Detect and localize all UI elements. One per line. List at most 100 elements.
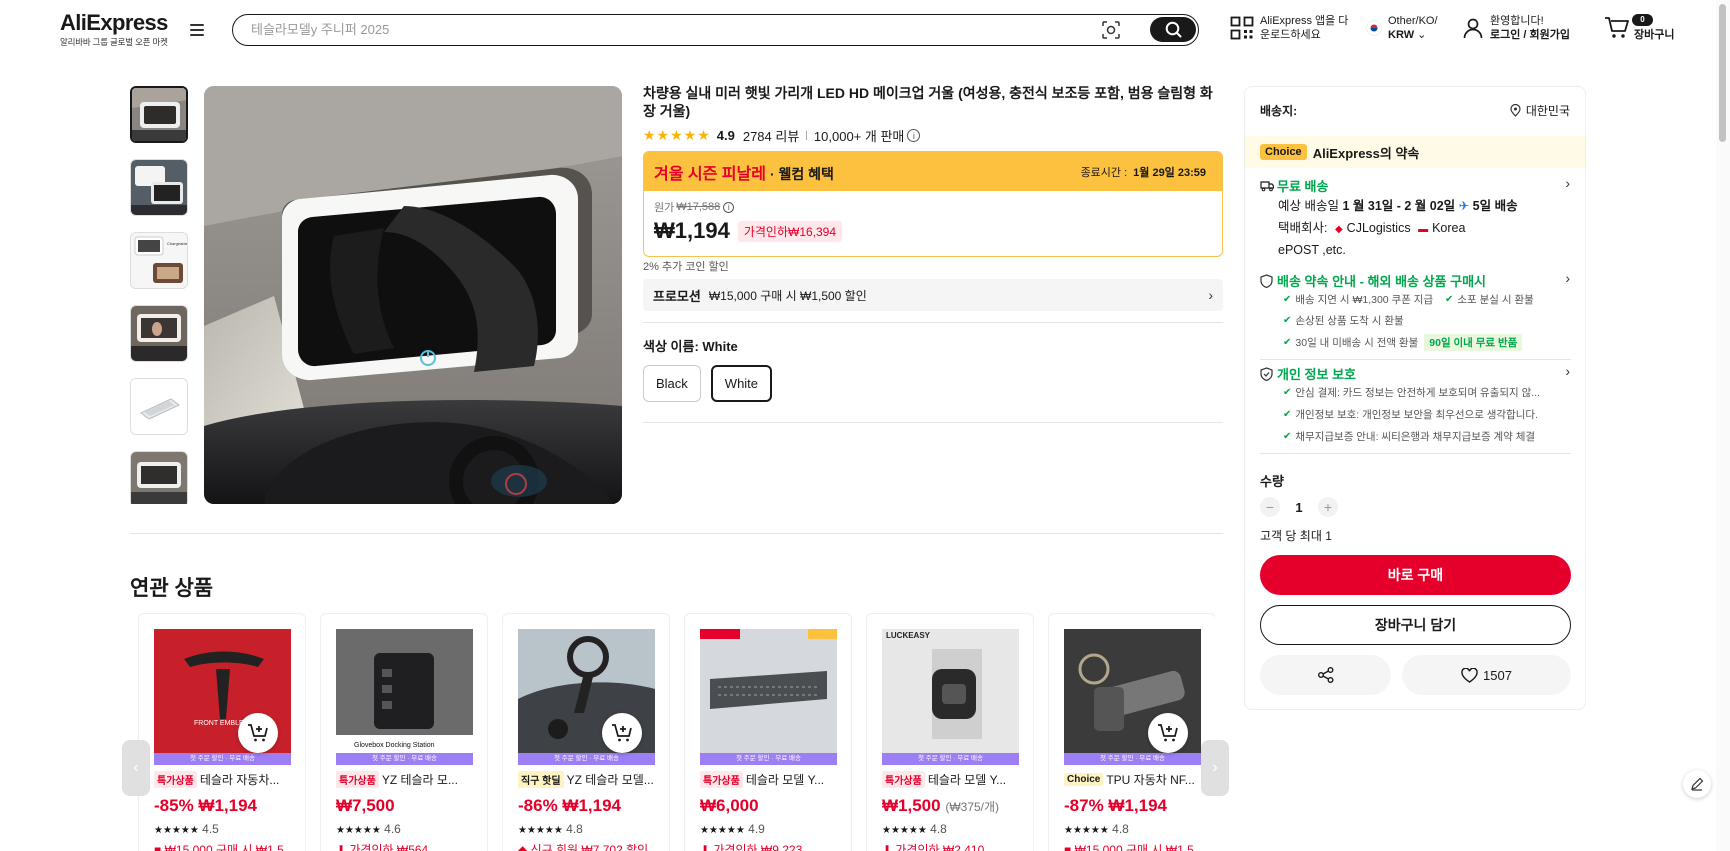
wishlist-button[interactable]: 1507 <box>1402 655 1571 695</box>
divider <box>643 422 1223 423</box>
price-drop-icon: ⬇ <box>336 843 350 851</box>
location-pin-icon <box>1510 104 1521 117</box>
search-input[interactable] <box>251 15 1071 44</box>
decrease-quantity-button[interactable]: − <box>1260 497 1280 517</box>
product-card[interactable]: 첫 주문 할인 · 무료 배송 특가상품 테슬라 모델 Y... ₩6,000 ★… <box>684 613 852 851</box>
product-card[interactable]: FRONT EMBLEM 첫 주문 할인 · 무료 배송 특가상품 테슬라 자동차… <box>138 613 306 851</box>
thumbnail-4[interactable] <box>130 305 188 362</box>
chevron-right-icon: › <box>1212 759 1218 776</box>
app-download[interactable]: AliExpress 앱을 다 운로드하세요 <box>1230 14 1348 42</box>
thumbnail-5[interactable] <box>130 378 188 435</box>
cart-label: 장바구니 <box>1634 29 1675 41</box>
free-shipping-heading[interactable]: 무료 배송 <box>1260 176 1328 195</box>
logo-text: AliExpress <box>60 10 168 35</box>
product-card[interactable]: LUCKEASY 첫 주문 할인 · 무료 배송 특가상품 테슬라 모델 Y...… <box>866 613 1034 851</box>
search-bar <box>232 14 1199 46</box>
est-days: 5일 배송 <box>1472 199 1518 213</box>
main-product-image[interactable] <box>204 86 622 504</box>
ship-country: 대한민국 <box>1525 104 1570 118</box>
product-price: ₩7,500 <box>336 796 395 815</box>
logo-tagline: 알리바바 그룹 글로벌 오픈 마켓 <box>60 37 168 47</box>
color-label: 색상 이름: White <box>643 336 738 355</box>
carousel-prev-button[interactable]: ‹ <box>122 740 150 796</box>
info-icon[interactable]: i <box>723 201 735 213</box>
divider <box>643 322 1223 323</box>
app-line1: AliExpress 앱을 다 <box>1260 15 1349 27</box>
star-rating-icon: ★★★★★ <box>336 825 381 836</box>
truck-icon <box>1260 180 1274 191</box>
info-icon[interactable]: i <box>907 129 921 142</box>
color-label-text: 색상 이름: <box>643 339 699 354</box>
coupon-icon: ■ <box>154 843 165 851</box>
region-selector[interactable]: Other/KO/KRW ⌄ <box>1366 14 1438 42</box>
product-tag: 특가상품 <box>154 771 197 788</box>
product-price: -87% ₩1,194 <box>1064 796 1167 815</box>
site-header: AliExpress 알리바바 그룹 글로벌 오픈 마켓 AliExpress … <box>0 0 1730 62</box>
first-order-strip: 첫 주문 할인 · 무료 배송 <box>518 753 655 765</box>
add-to-cart-button[interactable] <box>602 713 642 753</box>
page-scrollbar[interactable] <box>1716 0 1730 851</box>
menu-icon[interactable] <box>190 24 204 38</box>
privacy-item: 안심 결제: 카드 정보는 안전하게 보호되며 유출되지 않... <box>1295 387 1540 399</box>
product-rating: 4.8 <box>566 822 583 836</box>
first-order-strip: 첫 주문 할인 · 무료 배송 <box>154 753 291 765</box>
ship-location[interactable]: 대한민국 <box>1510 102 1570 119</box>
scrollbar-thumb[interactable] <box>1719 4 1726 142</box>
thumbnail-1[interactable] <box>130 86 188 143</box>
add-to-cart-button[interactable] <box>1148 713 1188 753</box>
promotion-bar[interactable]: 프로모션 ₩15,000 구매 시 ₩1,500 할인 › <box>643 279 1223 311</box>
carrier-info: 택배회사: ◆ CJLogistics ▬ Korea ePOST ,etc. <box>1278 218 1578 260</box>
review-count[interactable]: 2784 리뷰 <box>743 126 799 145</box>
first-order-strip: 첫 주문 할인 · 무료 배송 <box>700 753 837 765</box>
carrier-cj: CJLogistics <box>1346 221 1411 235</box>
color-options: Black White <box>643 365 782 402</box>
choice-promise: AliExpress의 약속 <box>1312 145 1420 161</box>
color-option-white[interactable]: White <box>710 365 773 402</box>
add-to-cart-button[interactable] <box>238 713 278 753</box>
share-icon <box>1317 667 1333 683</box>
increase-quantity-button[interactable]: + <box>1318 497 1338 517</box>
quantity-value[interactable]: 1 <box>1280 500 1318 515</box>
share-button[interactable] <box>1260 655 1391 695</box>
korea-flag-icon <box>1366 20 1382 36</box>
thumbnail-3[interactable]: Chargeable <box>130 232 188 289</box>
aliexpress-logo[interactable]: AliExpress 알리바바 그룹 글로벌 오픈 마켓 <box>60 11 172 48</box>
thumbnail-6[interactable] <box>130 451 188 504</box>
feedback-button[interactable] <box>1683 770 1711 798</box>
chevron-right-icon[interactable]: › <box>1565 175 1570 191</box>
deal-banner: 겨울 시즌 피날레 · 웰컴 혜택 종료시간 : 1월 29일 23:59 <box>644 152 1222 191</box>
add-to-cart-button[interactable]: 장바구니 담기 <box>1260 605 1571 645</box>
color-option-black[interactable]: Black <box>643 365 701 402</box>
product-card[interactable]: 첫 주문 할인 · 무료 배송 Choice TPU 자동차 NF... -87%… <box>1048 613 1215 851</box>
product-card[interactable]: Glovebox Docking Station 첫 주문 할인 · 무료 배송… <box>320 613 488 851</box>
first-order-strip: 첫 주문 할인 · 무료 배송 <box>336 753 473 765</box>
login-link[interactable]: 로그인 / 회원가입 <box>1490 29 1570 41</box>
user-icon <box>1463 18 1483 39</box>
image-search-icon[interactable] <box>1102 21 1120 39</box>
delivery-promise-heading[interactable]: 배송 약속 안내 - 해외 배송 상품 구매시 <box>1260 271 1486 290</box>
chevron-right-icon[interactable]: › <box>1565 270 1570 286</box>
buy-now-button[interactable]: 바로 구매 <box>1260 555 1571 595</box>
thumbnail-2[interactable] <box>130 159 188 216</box>
cart-count-badge: 0 <box>1632 14 1653 26</box>
wishlist-count: 1507 <box>1483 667 1512 683</box>
sale-price: ₩1,194 <box>654 218 730 243</box>
privacy-heading[interactable]: 개인 정보 보호 <box>1260 364 1356 383</box>
search-button[interactable] <box>1150 17 1196 42</box>
star-rating-icon: ★★★★★ <box>154 825 199 836</box>
coupon-icon: ◆ <box>518 843 531 851</box>
carrier-label: 택배회사: <box>1278 221 1328 235</box>
deal-box: 겨울 시즌 피날레 · 웰컴 혜택 종료시간 :1월 29일 23:59 원가 ₩1… <box>643 151 1223 257</box>
welcome-text: 환영합니다! <box>1490 15 1544 27</box>
svg-text:LUCKEASY: LUCKEASY <box>886 631 931 640</box>
carousel-next-button[interactable]: › <box>1201 740 1229 796</box>
chevron-right-icon[interactable]: › <box>1565 363 1570 379</box>
heart-icon <box>1461 667 1478 683</box>
product-card[interactable]: 첫 주문 할인 · 무료 배송 직구 핫딜 YZ 테슬라 모델... -86% ₩… <box>502 613 670 851</box>
account-menu[interactable]: 환영합니다! 로그인 / 회원가입 <box>1462 14 1570 42</box>
check-icon: ✔ <box>1283 409 1292 420</box>
product-rating: 4.8 <box>1112 822 1129 836</box>
selected-color-name: White <box>702 339 738 354</box>
qr-code-icon <box>1230 16 1254 40</box>
privacy-item: 개인정보 보호: 개인정보 보안을 최우선으로 생각합니다. <box>1295 409 1538 421</box>
